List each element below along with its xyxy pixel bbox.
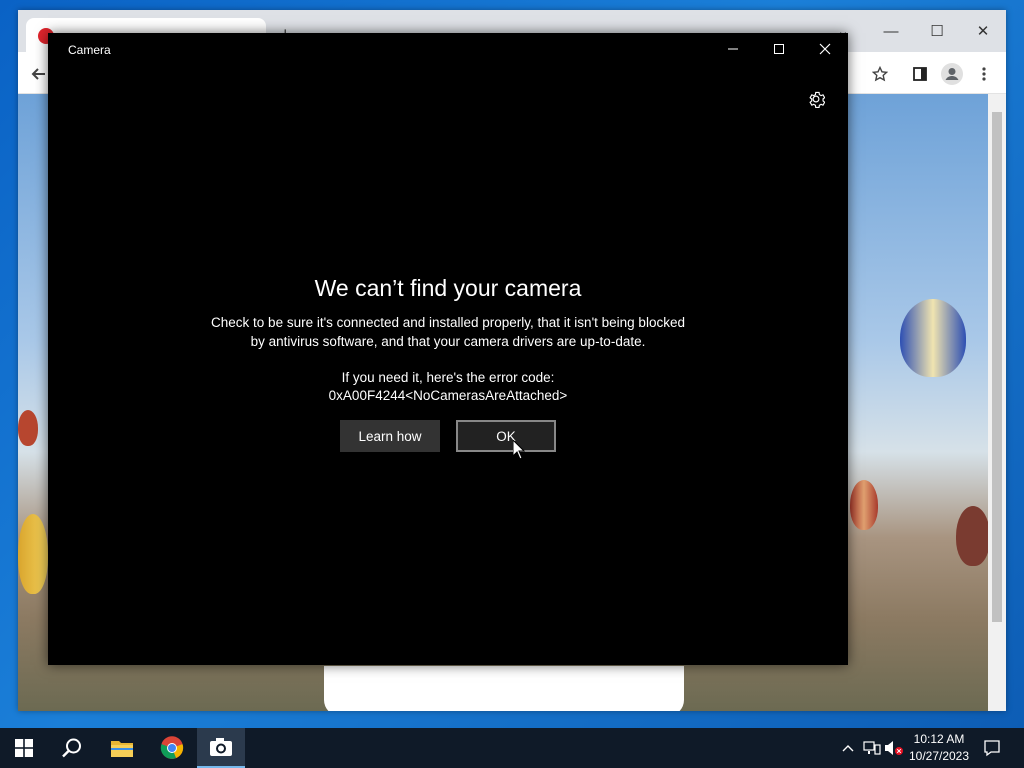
camera-window: Camera We can’t find your camera Check t… (48, 33, 848, 665)
maximize-button[interactable] (756, 33, 802, 65)
scrollbar-thumb[interactable] (992, 112, 1002, 622)
minimize-button[interactable] (710, 33, 756, 65)
taskbar: 10:12 AM 10/27/2023 (0, 728, 1024, 768)
error-code-block: If you need it, here's the error code: 0… (48, 369, 848, 405)
error-description: Check to be sure it's connected and inst… (48, 313, 848, 351)
network-icon[interactable] (862, 738, 882, 758)
close-button[interactable] (802, 33, 848, 65)
menu-icon[interactable] (973, 63, 995, 85)
browser-scrollbar[interactable] (988, 94, 1006, 711)
hot-air-balloon-image (900, 299, 966, 377)
error-code-label: If you need it, here's the error code: (341, 370, 555, 385)
chrome-icon[interactable] (148, 728, 196, 768)
system-clock[interactable]: 10:12 AM 10/27/2023 (906, 731, 972, 765)
start-icon[interactable] (0, 728, 48, 768)
window-title: Camera (68, 43, 111, 57)
clock-time: 10:12 AM (913, 732, 965, 746)
show-hidden-icons-icon[interactable] (838, 738, 858, 758)
back-icon[interactable] (28, 63, 50, 85)
camera-icon[interactable] (197, 728, 245, 768)
learn-how-button[interactable]: Learn how (340, 420, 440, 452)
profile-icon[interactable] (941, 63, 963, 85)
clock-date: 10/27/2023 (908, 749, 970, 763)
error-title: We can’t find your camera (314, 275, 582, 301)
file-explorer-icon[interactable] (98, 728, 146, 768)
browser-maximize-button[interactable]: ☐ (914, 16, 960, 46)
hot-air-balloon-image (956, 506, 988, 566)
hot-air-balloon-image (850, 480, 878, 530)
error-description-line: Check to be sure it's connected and inst… (211, 315, 685, 330)
error-code-value: 0xA00F4244<NoCamerasAreAttached> (328, 388, 568, 403)
ok-button[interactable]: OK (456, 420, 556, 452)
hot-air-balloon-image (18, 410, 38, 446)
notifications-icon[interactable] (982, 738, 1002, 758)
gear-icon[interactable] (804, 87, 828, 111)
error-description-line: by antivirus software, and that your cam… (250, 334, 646, 349)
star-icon[interactable] (869, 63, 891, 85)
error-dialog: We can’t find your camera Check to be su… (48, 273, 848, 452)
hot-air-balloon-image (18, 514, 48, 594)
browser-close-button[interactable]: ✕ (960, 16, 1006, 46)
browser-minimize-button[interactable]: — (868, 16, 914, 46)
sidepanel-icon[interactable] (909, 63, 931, 85)
search-icon[interactable] (48, 728, 96, 768)
volume-muted-icon[interactable] (884, 738, 904, 758)
page-card (324, 666, 684, 711)
